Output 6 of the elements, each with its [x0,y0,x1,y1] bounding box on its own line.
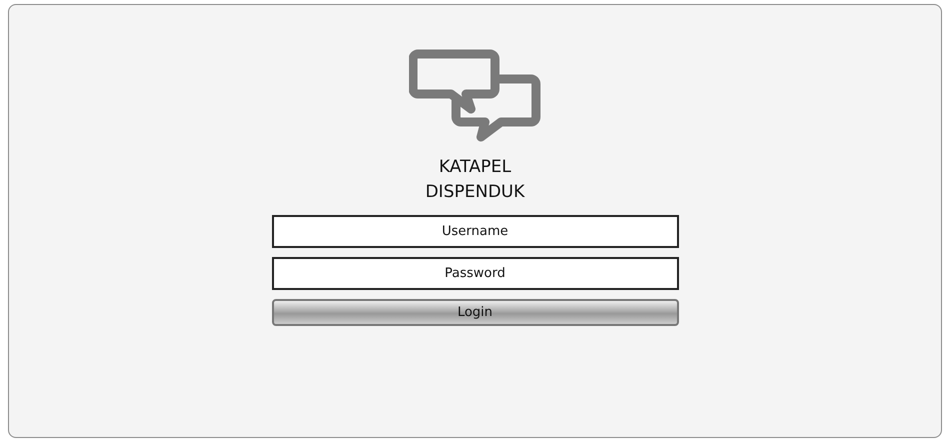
app-title: KATAPEL [438,156,512,179]
username-field[interactable]: Username [272,215,678,248]
chat-bubbles-icon [409,49,541,143]
login-button[interactable]: Login [272,299,678,326]
app-title: DISPENDUK [425,181,525,204]
password-field[interactable]: Password [272,257,678,290]
